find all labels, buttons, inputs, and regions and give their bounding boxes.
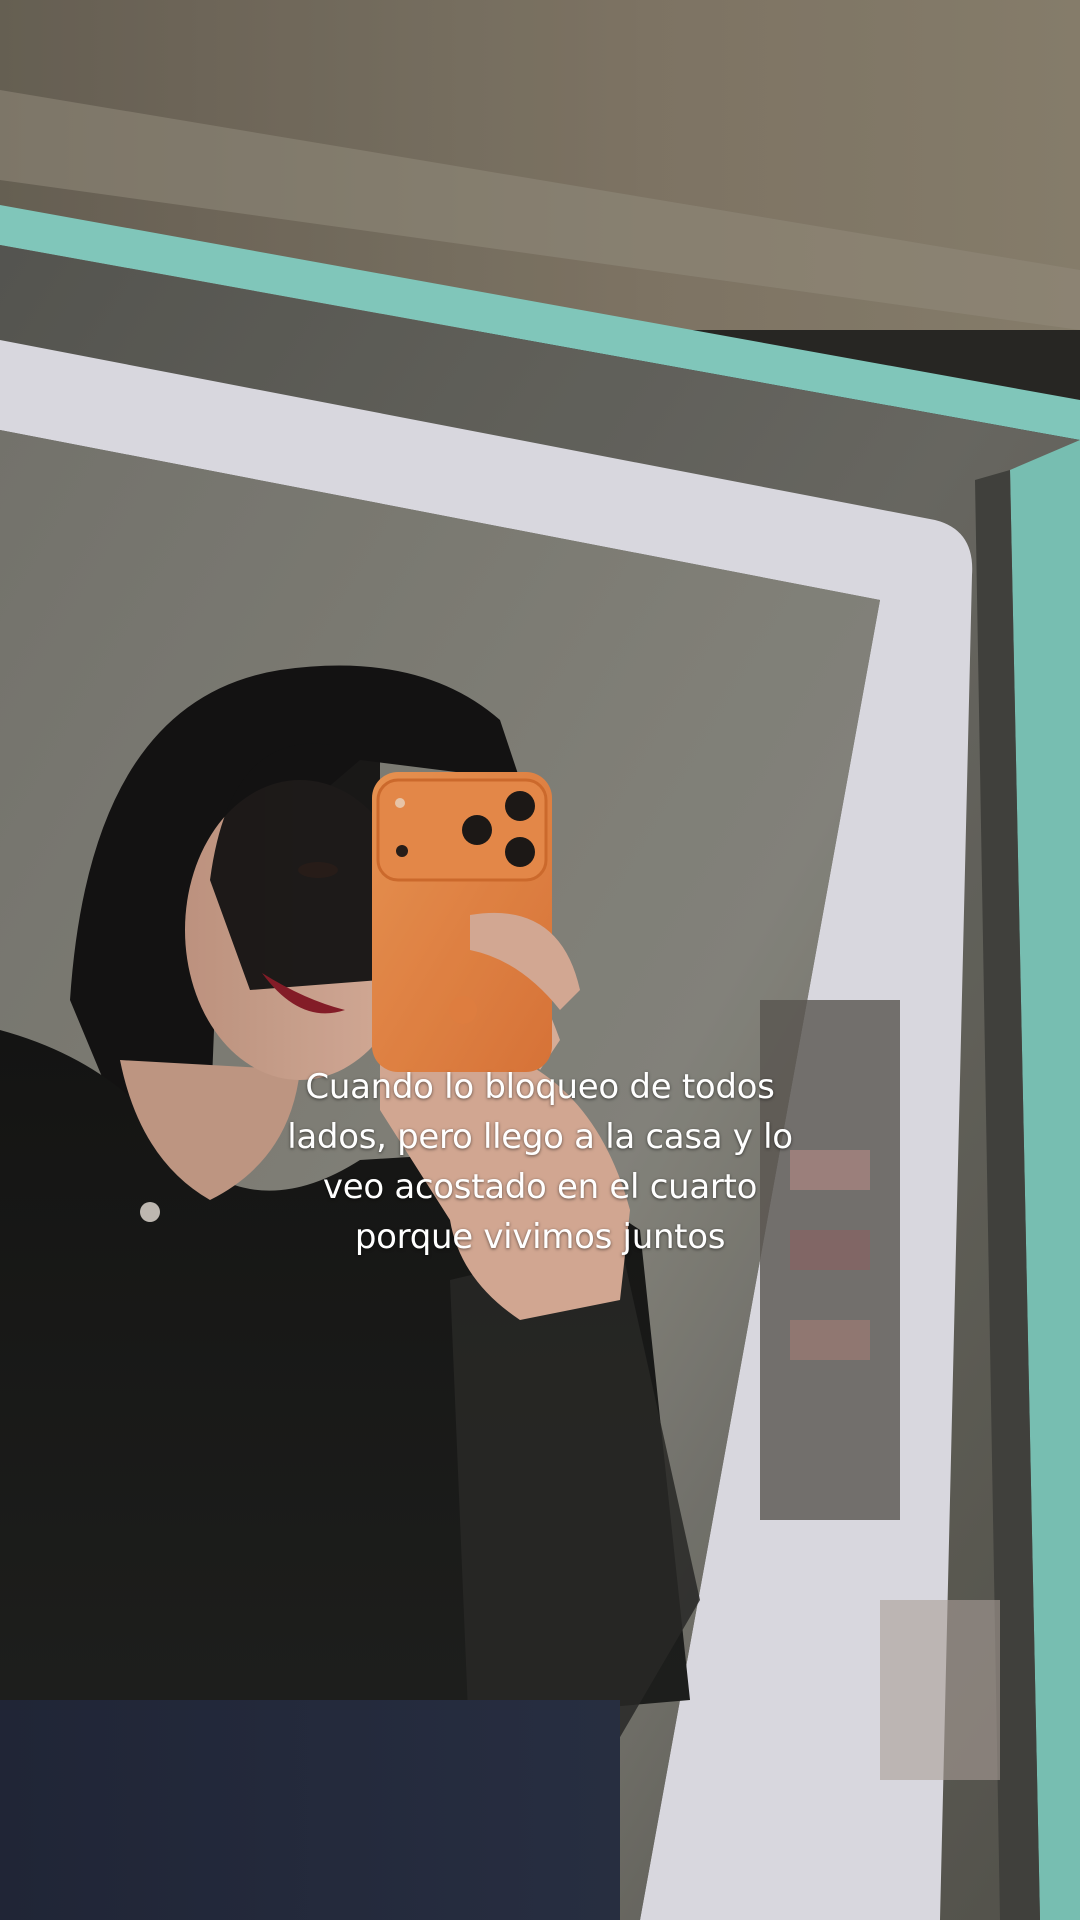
mirror-selfie-photo	[0, 0, 1080, 1920]
caption-text: Cuando lo bloqueo de todos lados, pero l…	[287, 1067, 793, 1257]
video-frame: Cuando lo bloqueo de todos lados, pero l…	[0, 0, 1080, 1920]
